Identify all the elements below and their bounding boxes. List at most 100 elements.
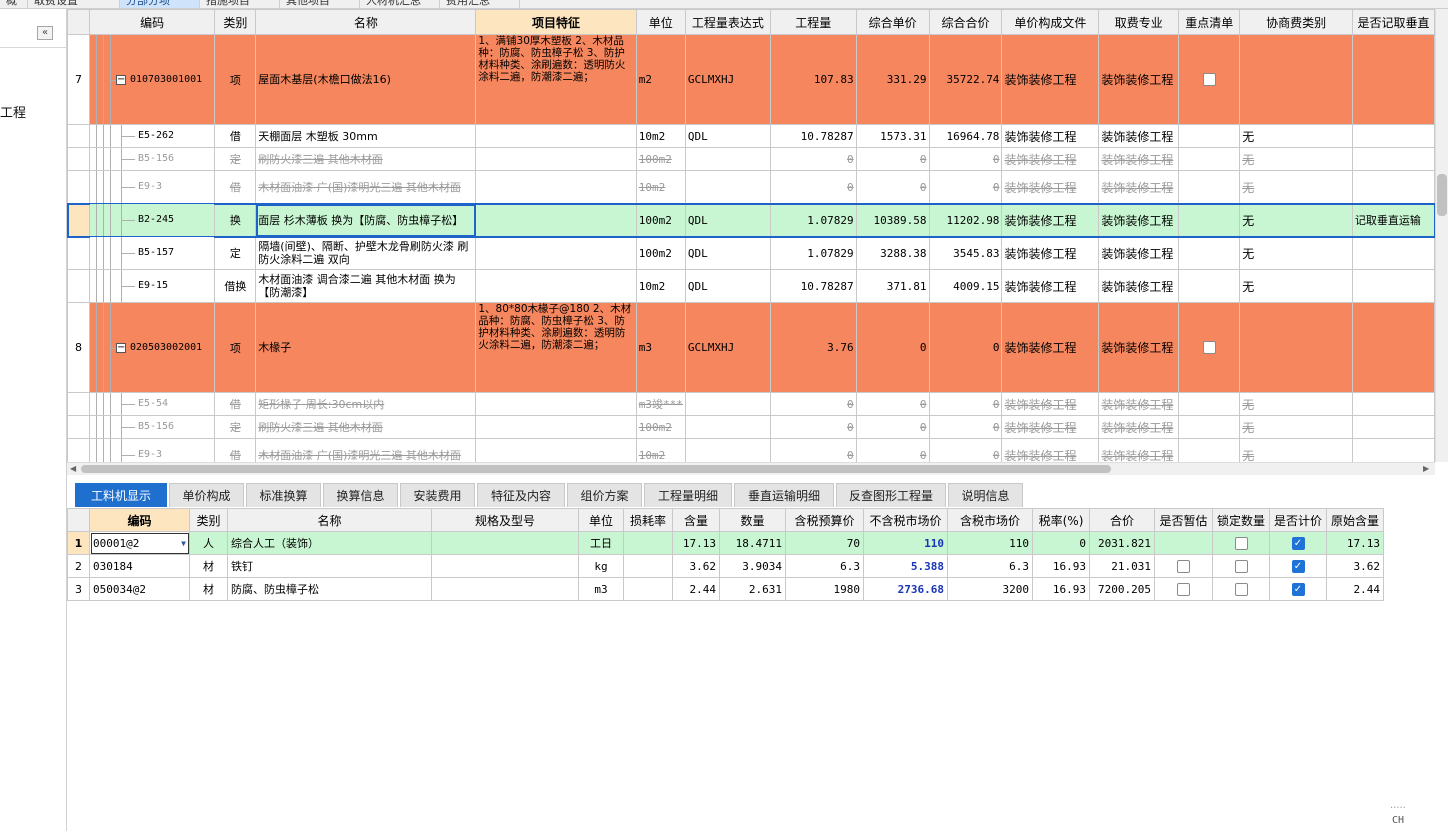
tab-measures[interactable]: 措施项目 — [200, 0, 280, 8]
lock-qty-cell[interactable] — [1212, 531, 1270, 555]
total-price-cell[interactable]: 4009.15 — [928, 269, 1003, 303]
unit-price-cell[interactable]: 10389.58 — [855, 203, 930, 237]
name-cell[interactable]: 天棚面层 木塑板 30mm — [255, 124, 477, 148]
row-number[interactable] — [67, 236, 90, 270]
code-cell[interactable]: E5-262 — [88, 124, 216, 148]
coop-fee-cell[interactable]: 无 — [1239, 147, 1353, 171]
feature-cell[interactable] — [475, 147, 637, 171]
key-list-cell[interactable] — [1178, 269, 1241, 303]
expr-cell[interactable] — [684, 415, 771, 439]
vertical-transport-cell[interactable] — [1351, 124, 1435, 148]
qty-cell[interactable]: 1.07829 — [769, 236, 857, 270]
fee-specialty-cell[interactable]: 装饰装修工程 — [1098, 438, 1180, 462]
sidebar-project-label[interactable]: 工程 — [0, 102, 26, 121]
lock-qty-checkbox[interactable] — [1234, 536, 1248, 550]
unit-cell[interactable]: m3 — [635, 302, 686, 393]
total-price-cell[interactable]: 0 — [928, 415, 1003, 439]
vertical-transport-cell[interactable] — [1351, 269, 1435, 303]
expr-cell[interactable] — [684, 438, 771, 462]
expr-cell[interactable] — [684, 147, 771, 171]
category-cell[interactable]: 借 — [214, 170, 257, 204]
spec-cell[interactable] — [431, 554, 579, 578]
tab-vertical-transport[interactable]: 垂直运输明细 — [734, 483, 834, 507]
horizontal-scrollbar[interactable]: ◀ ▶ — [67, 462, 1435, 475]
code-cell[interactable]: 030184 — [89, 554, 190, 578]
code-cell[interactable]: 00001@2 ▼ — [89, 531, 190, 555]
price-file-cell[interactable]: 装饰装修工程 — [1001, 438, 1100, 462]
tab-feature-content[interactable]: 特征及内容 — [477, 483, 565, 507]
rownum-header[interactable] — [67, 508, 90, 532]
tab-fee-summary[interactable]: 费用汇总 — [440, 0, 520, 8]
key-list-cell[interactable] — [1178, 302, 1241, 393]
market-price-tax-cell[interactable]: 6.3 — [947, 554, 1033, 578]
unit-cell[interactable]: 10m2 — [635, 438, 686, 462]
expr-cell[interactable]: QDL — [684, 236, 771, 270]
row-number[interactable]: 3 — [67, 577, 90, 601]
code-cell[interactable]: −020503002001 — [88, 302, 216, 393]
market-price-notax-cell[interactable]: 5.388 — [863, 554, 948, 578]
name-cell[interactable]: 铁钉 — [227, 554, 432, 578]
tab-description[interactable]: 说明信息 — [948, 483, 1023, 507]
content-cell[interactable]: 2.44 — [672, 577, 720, 601]
fee-specialty-cell[interactable]: 装饰装修工程 — [1098, 415, 1180, 439]
total-price-cell[interactable]: 16964.78 — [928, 124, 1003, 148]
category-cell[interactable]: 材 — [189, 577, 228, 601]
priced-checkbox[interactable]: ✓ — [1291, 582, 1305, 596]
total-cell[interactable]: 7200.205 — [1089, 577, 1155, 601]
unit-price-cell[interactable]: 0 — [855, 147, 930, 171]
vertical-transport-cell[interactable] — [1351, 415, 1435, 439]
lock-qty-cell[interactable] — [1212, 554, 1270, 578]
tab-reverse-graphic-qty[interactable]: 反查图形工程量 — [836, 483, 946, 507]
unit-cell[interactable]: 工日 — [578, 531, 624, 555]
qty-cell[interactable]: 0 — [769, 392, 857, 416]
content-header[interactable]: 含量 — [672, 508, 720, 532]
unit-header[interactable]: 单位 — [578, 508, 624, 532]
key-list-cell[interactable] — [1178, 236, 1241, 270]
tax-rate-cell[interactable]: 16.93 — [1032, 577, 1090, 601]
key-list-cell[interactable] — [1178, 415, 1241, 439]
unit-price-cell[interactable]: 0 — [855, 302, 930, 393]
row-number[interactable] — [67, 438, 90, 462]
price-file-header[interactable]: 单价构成文件 — [1001, 9, 1100, 35]
quota-row[interactable]: E9-3 借木材面油漆 广(国)漆明光三遍 其他木材面 10m2 0 0 0 装饰装修工程装… — [67, 170, 1435, 204]
content-cell[interactable]: 3.62 — [672, 554, 720, 578]
coop-fee-cell[interactable]: 无 — [1239, 203, 1353, 237]
category-cell[interactable]: 换 — [214, 203, 257, 237]
tax-rate-cell[interactable]: 0 — [1032, 531, 1090, 555]
code-cell[interactable]: −010703001001 — [88, 34, 216, 125]
category-cell[interactable]: 借换 — [214, 269, 257, 303]
market-price-notax-header[interactable]: 不含税市场价 — [863, 508, 948, 532]
unit-price-cell[interactable]: 331.29 — [855, 34, 930, 125]
name-cell[interactable]: 隔墙(间壁)、隔断、护壁木龙骨刷防火漆 刷防火涂料二遍 双向 — [255, 236, 477, 270]
feature-cell[interactable]: 1、80*80木椽子@180 2、木材品种：防腐、防虫樟子松 3、防护材料种类、… — [475, 302, 637, 393]
dropdown-arrow-icon[interactable]: ▼ — [181, 539, 186, 548]
coop-fee-cell[interactable]: 无 — [1239, 269, 1353, 303]
fee-specialty-cell[interactable]: 装饰装修工程 — [1098, 147, 1180, 171]
name-cell[interactable]: 木材面油漆 广(国)漆明光三遍 其他木材面 — [255, 438, 477, 462]
fee-specialty-cell[interactable]: 装饰装修工程 — [1098, 302, 1180, 393]
total-price-header[interactable]: 综合合价 — [928, 9, 1003, 35]
priced-cell[interactable]: ✓ — [1269, 531, 1327, 555]
quota-row[interactable]: B2-245 换面层 杉木薄板 换为【防腐、防虫樟子松】 100m2 QDL 1.078… — [67, 202, 1435, 238]
category-cell[interactable]: 借 — [214, 438, 257, 462]
tab-fee-settings[interactable]: 取费设置 — [28, 0, 120, 8]
quota-row[interactable]: B5-156 定刷防火漆三遍 其他木材面 100m2 0 0 0 装饰装修工程 装饰装修工程无 — [67, 415, 1435, 439]
total-price-cell[interactable]: 11202.98 — [928, 203, 1003, 237]
tab-pricing-plan[interactable]: 组价方案 — [567, 483, 642, 507]
loss-rate-cell[interactable] — [623, 577, 673, 601]
name-cell[interactable]: 木材面油漆 广(国)漆明光三遍 其他木材面 — [255, 170, 477, 204]
key-list-cell[interactable] — [1178, 438, 1241, 462]
coop-fee-cell[interactable]: 无 — [1239, 392, 1353, 416]
feature-cell[interactable] — [475, 170, 637, 204]
qty-cell[interactable]: 0 — [769, 170, 857, 204]
expr-header[interactable]: 工程量表达式 — [684, 9, 771, 35]
list-item-row[interactable]: 8−020503002001 项木椽子 1、80*80木椽子@180 2、木材品种：… — [67, 302, 1435, 393]
quota-row[interactable]: B5-157 定隔墙(间壁)、隔断、护壁木龙骨刷防火漆 刷防火涂料二遍 双向 100… — [67, 236, 1435, 270]
name-cell[interactable]: 防腐、防虫樟子松 — [227, 577, 432, 601]
price-file-cell[interactable]: 装饰装修工程 — [1001, 203, 1100, 237]
tab-price-composition[interactable]: 单价构成 — [169, 483, 244, 507]
vertical-transport-header[interactable]: 是否记取垂直 — [1351, 9, 1435, 35]
price-file-cell[interactable]: 装饰装修工程 — [1001, 269, 1100, 303]
vertical-transport-cell[interactable] — [1351, 438, 1435, 462]
price-file-cell[interactable]: 装饰装修工程 — [1001, 147, 1100, 171]
